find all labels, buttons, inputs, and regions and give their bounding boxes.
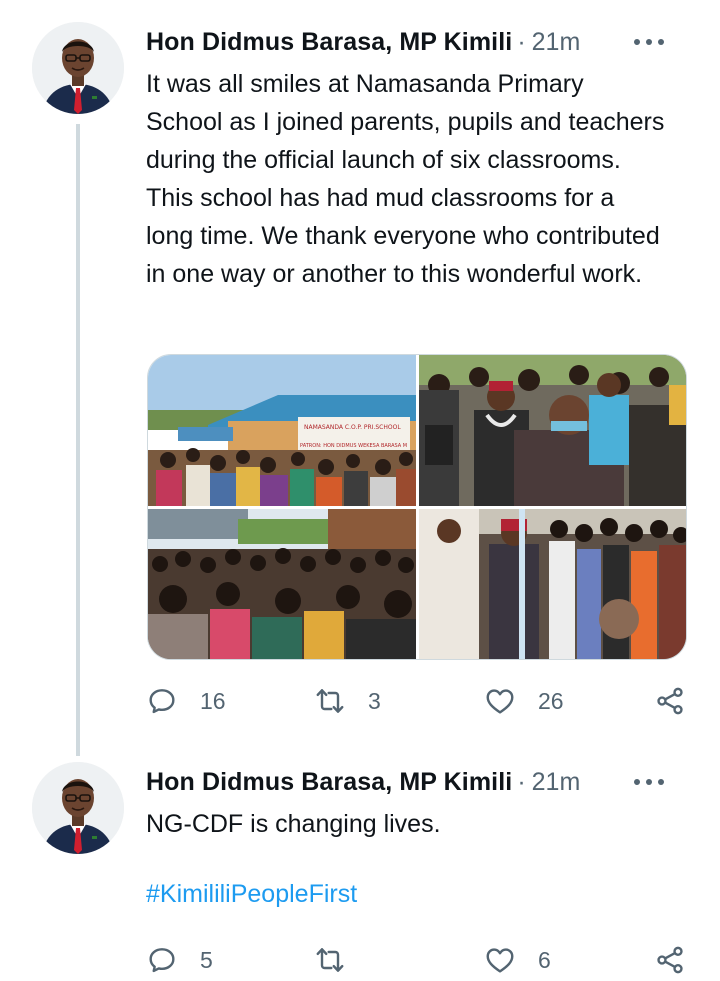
like-button[interactable]: 26: [484, 681, 564, 721]
tweet-header: Hon Didmus Barasa, MP Kimili · 21m: [146, 764, 700, 800]
more-icon[interactable]: [634, 32, 664, 52]
share-icon: [657, 687, 683, 715]
avatar-image: [32, 22, 124, 114]
like-button[interactable]: 6: [484, 940, 551, 980]
tweet-header: Hon Didmus Barasa, MP Kimili · 21m: [146, 24, 700, 60]
separator-dot: ·: [517, 767, 526, 796]
photo-school-building[interactable]: NAMASANDA C.O.P. PRI.SCHOOL PATRON: HON …: [148, 355, 416, 506]
photo-officials[interactable]: [419, 355, 686, 506]
like-icon: [486, 948, 514, 973]
tweet[interactable]: Hon Didmus Barasa, MP Kimili · 21m It wa…: [0, 0, 720, 756]
retweet-button[interactable]: [314, 940, 368, 980]
share-button[interactable]: [654, 940, 686, 980]
like-count: 6: [538, 946, 551, 973]
author-name[interactable]: Hon Didmus Barasa, MP Kimili: [146, 768, 512, 797]
school-sign-text: NAMASANDA C.O.P. PRI.SCHOOL: [304, 424, 401, 431]
hashtag-link[interactable]: #KimililiPeopleFirst: [146, 880, 357, 909]
reply-icon: [149, 689, 175, 714]
reply-button[interactable]: 16: [146, 681, 226, 721]
reply-icon: [149, 948, 175, 973]
tweet-actions: 5 6: [146, 940, 691, 980]
tweet-actions: 16 3 26: [146, 681, 691, 721]
reply-button[interactable]: 5: [146, 940, 213, 980]
author-name[interactable]: Hon Didmus Barasa, MP Kimili: [146, 28, 512, 57]
retweet-count: 3: [368, 687, 381, 714]
thread-line: [76, 124, 80, 756]
retweet-icon: [316, 689, 344, 713]
tweet-text: NG-CDF is changing lives.: [146, 810, 441, 838]
tweet-time[interactable]: 21m: [532, 28, 581, 57]
photo-visitors[interactable]: [419, 509, 686, 659]
share-icon: [657, 946, 683, 974]
tweet-text: It was all smiles at Namasanda Primary S…: [146, 70, 665, 288]
separator-dot: ·: [517, 27, 526, 56]
like-icon: [486, 689, 514, 714]
like-count: 26: [538, 687, 564, 714]
avatar-image: [32, 762, 124, 854]
author-avatar[interactable]: [32, 762, 124, 854]
tweet-media-grid[interactable]: NAMASANDA C.O.P. PRI.SCHOOL PATRON: HON …: [147, 354, 687, 660]
share-button[interactable]: [654, 681, 686, 721]
author-avatar[interactable]: [32, 22, 124, 114]
reply-count: 16: [200, 687, 226, 714]
tweet-time[interactable]: 21m: [532, 768, 581, 797]
retweet-icon: [316, 948, 344, 972]
reply-count: 5: [200, 946, 213, 973]
retweet-button[interactable]: 3: [314, 681, 381, 721]
more-icon[interactable]: [634, 772, 664, 792]
school-sign-patron: PATRON: HON DIDMUS WEKESA BARASA M: [300, 443, 407, 449]
photo-crowd[interactable]: [148, 509, 416, 659]
tweet[interactable]: Hon Didmus Barasa, MP Kimili · 21m NG-CD…: [0, 740, 720, 981]
